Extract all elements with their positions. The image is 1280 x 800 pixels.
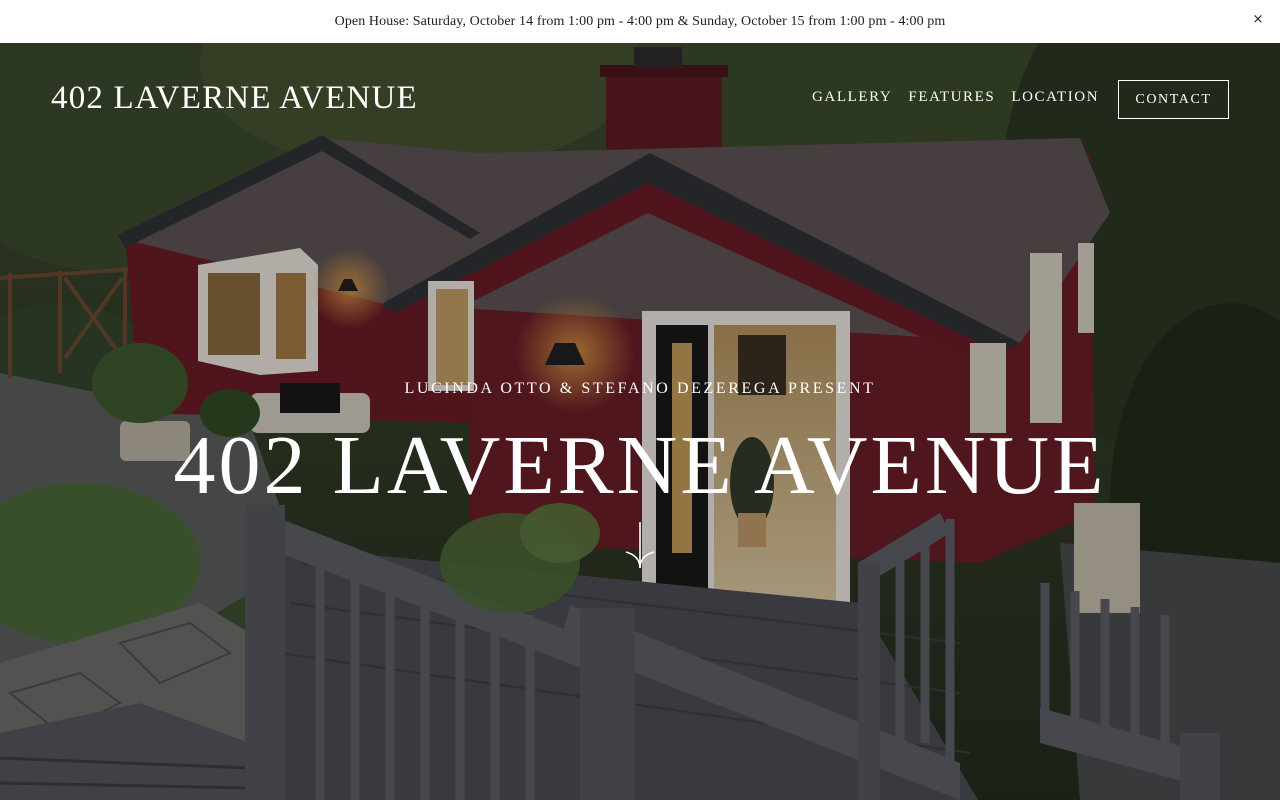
contact-button[interactable]: CONTACT (1118, 80, 1229, 119)
nav-location[interactable]: LOCATION (1011, 89, 1099, 106)
hero-eyebrow: LUCINDA OTTO & STEFANO DEZEREGA PRESENT (404, 380, 876, 397)
announcement-bar: Open House: Saturday, October 14 from 1:… (0, 0, 1280, 43)
nav-gallery[interactable]: GALLERY (812, 89, 892, 106)
site-title[interactable]: 402 LAVERNE AVENUE (51, 80, 418, 117)
arrow-down-icon[interactable] (622, 520, 658, 572)
nav-features[interactable]: FEATURES (908, 89, 995, 106)
main-nav: GALLERY FEATURES LOCATION (812, 89, 1099, 106)
announcement-text: Open House: Saturday, October 14 from 1:… (334, 13, 946, 29)
close-icon[interactable]: × (1250, 10, 1266, 28)
hero-title: 402 LAVERNE AVENUE (173, 419, 1107, 512)
